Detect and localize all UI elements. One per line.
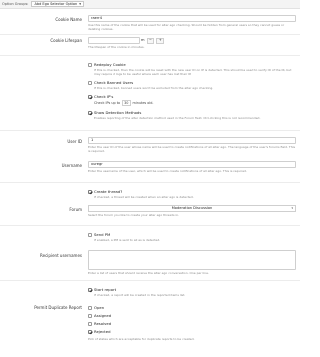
forum-label: Forum <box>69 206 82 212</box>
permit-duplicate-hint: Pick of states which are acceptable for … <box>88 337 195 341</box>
divider <box>0 130 300 131</box>
send-pm-hint: If enabled, a PM is sent to all as is de… <box>94 238 161 242</box>
permit-duplicate-open-label: Open <box>94 304 105 310</box>
divider <box>0 34 300 35</box>
cookie-name-label: Cookie Name <box>55 16 82 22</box>
checkbox-box <box>88 306 92 310</box>
check-ips-label: Check IP's <box>94 93 114 99</box>
recipient-usernames-textarea[interactable] <box>88 250 296 270</box>
redeploy-cookie-label: Redeploy Cookie <box>94 61 126 67</box>
option-group-select[interactable]: Abd Ego Selector Option ▾ <box>31 1 85 7</box>
divider <box>0 280 300 281</box>
user-id-input[interactable]: 1 <box>88 137 296 144</box>
create-thread-label: Create thread? <box>94 188 123 194</box>
increment-button[interactable]: + <box>156 37 165 44</box>
chevron-down-icon: ▾ <box>291 206 293 210</box>
cookie-lifespan-label: Cookie Lifespan <box>50 38 82 43</box>
show-detection-methods-hint: Enables reporting of the alter detection… <box>94 116 261 121</box>
forum-selected-value: Moderation Discussion <box>171 206 213 211</box>
recipient-usernames-hint: Enter a list of users that should receiv… <box>88 271 209 276</box>
checkbox-box <box>88 81 92 86</box>
username-input[interactable]: xuregr <box>88 161 296 168</box>
permit-duplicate-rejected-checkbox[interactable]: Rejected <box>88 328 296 336</box>
checkbox-box <box>88 322 92 326</box>
option-group-label: Option Groups: <box>2 1 29 6</box>
forum-hint: Select the forum you like to create your… <box>88 213 180 218</box>
checkbox-box <box>88 233 92 237</box>
send-pm-label: Send PM <box>94 231 111 237</box>
checkbox-box <box>88 111 92 116</box>
check-ips-duration: Check IPs up to 30 minutes old. <box>94 100 296 107</box>
check-ips-suffix: minutes old. <box>132 101 154 106</box>
divider <box>0 182 300 183</box>
cookie-name-input[interactable]: raerr4 <box>88 15 296 22</box>
check-banned-users-label: Check Banned Users <box>94 79 134 85</box>
user-id-label: User ID <box>67 138 82 144</box>
cookie-lifespan-hint: The lifespan of the cookie in minutes. <box>88 45 145 50</box>
checkbox-box <box>88 330 92 334</box>
show-detection-methods-label: Show Detection Methods <box>94 109 142 115</box>
cookie-lifespan-input[interactable] <box>88 37 140 44</box>
checkbox-box <box>88 63 92 67</box>
checkbox-box <box>88 95 92 100</box>
start-report-hint: If checked, a report will be created in … <box>94 293 186 297</box>
checkbox-box <box>88 190 92 194</box>
forum-select[interactable]: Moderation Discussion ▾ <box>88 205 296 212</box>
check-ips-minutes-input[interactable]: 30 <box>121 100 131 107</box>
checkbox-box <box>88 288 92 292</box>
start-report-label: Start report <box>94 286 117 292</box>
create-thread-hint: If checked, a thread will be created whe… <box>94 195 194 199</box>
username-hint: Enter the username of the user, which wi… <box>88 169 247 174</box>
options-page: Option Groups: Abd Ego Selector Option ▾… <box>0 0 300 357</box>
permit-duplicate-assigned-checkbox[interactable]: Assigned <box>88 312 296 320</box>
checkbox-box <box>88 314 92 318</box>
check-ips-prefix: Check IPs up to <box>94 101 121 106</box>
redeploy-cookie-hint: If this is checked, then the cookie will… <box>94 68 292 77</box>
chevron-down-icon: ▾ <box>79 1 82 6</box>
username-label: Username <box>61 162 82 168</box>
permit-duplicate-resolved-checkbox[interactable]: Resolved <box>88 320 296 328</box>
decrement-button[interactable]: − <box>146 37 155 44</box>
option-group-bar: Option Groups: Abd Ego Selector Option ▾ <box>0 0 300 9</box>
divider <box>0 55 300 56</box>
check-banned-users-hint: If this is checked, banned users won't b… <box>94 86 214 91</box>
recipient-usernames-label: Recipient usernames <box>40 253 82 258</box>
permit-duplicate-rejected-label: Rejected <box>94 328 111 334</box>
cookie-lifespan-suffix: m <box>141 38 145 43</box>
cookie-name-hint: Use this name of the cookie that will be… <box>88 23 285 32</box>
divider <box>0 225 300 226</box>
permit-duplicate-report-label: Permit Duplicate Report <box>34 305 82 310</box>
user-id-hint: Enter the user ID of the user whose name… <box>88 145 296 154</box>
option-group-selected-value: Abd Ego Selector Option <box>34 1 78 6</box>
permit-duplicate-assigned-label: Assigned <box>94 312 112 318</box>
permit-duplicate-open-checkbox[interactable]: Open <box>88 304 296 312</box>
permit-duplicate-resolved-label: Resolved <box>94 320 112 326</box>
